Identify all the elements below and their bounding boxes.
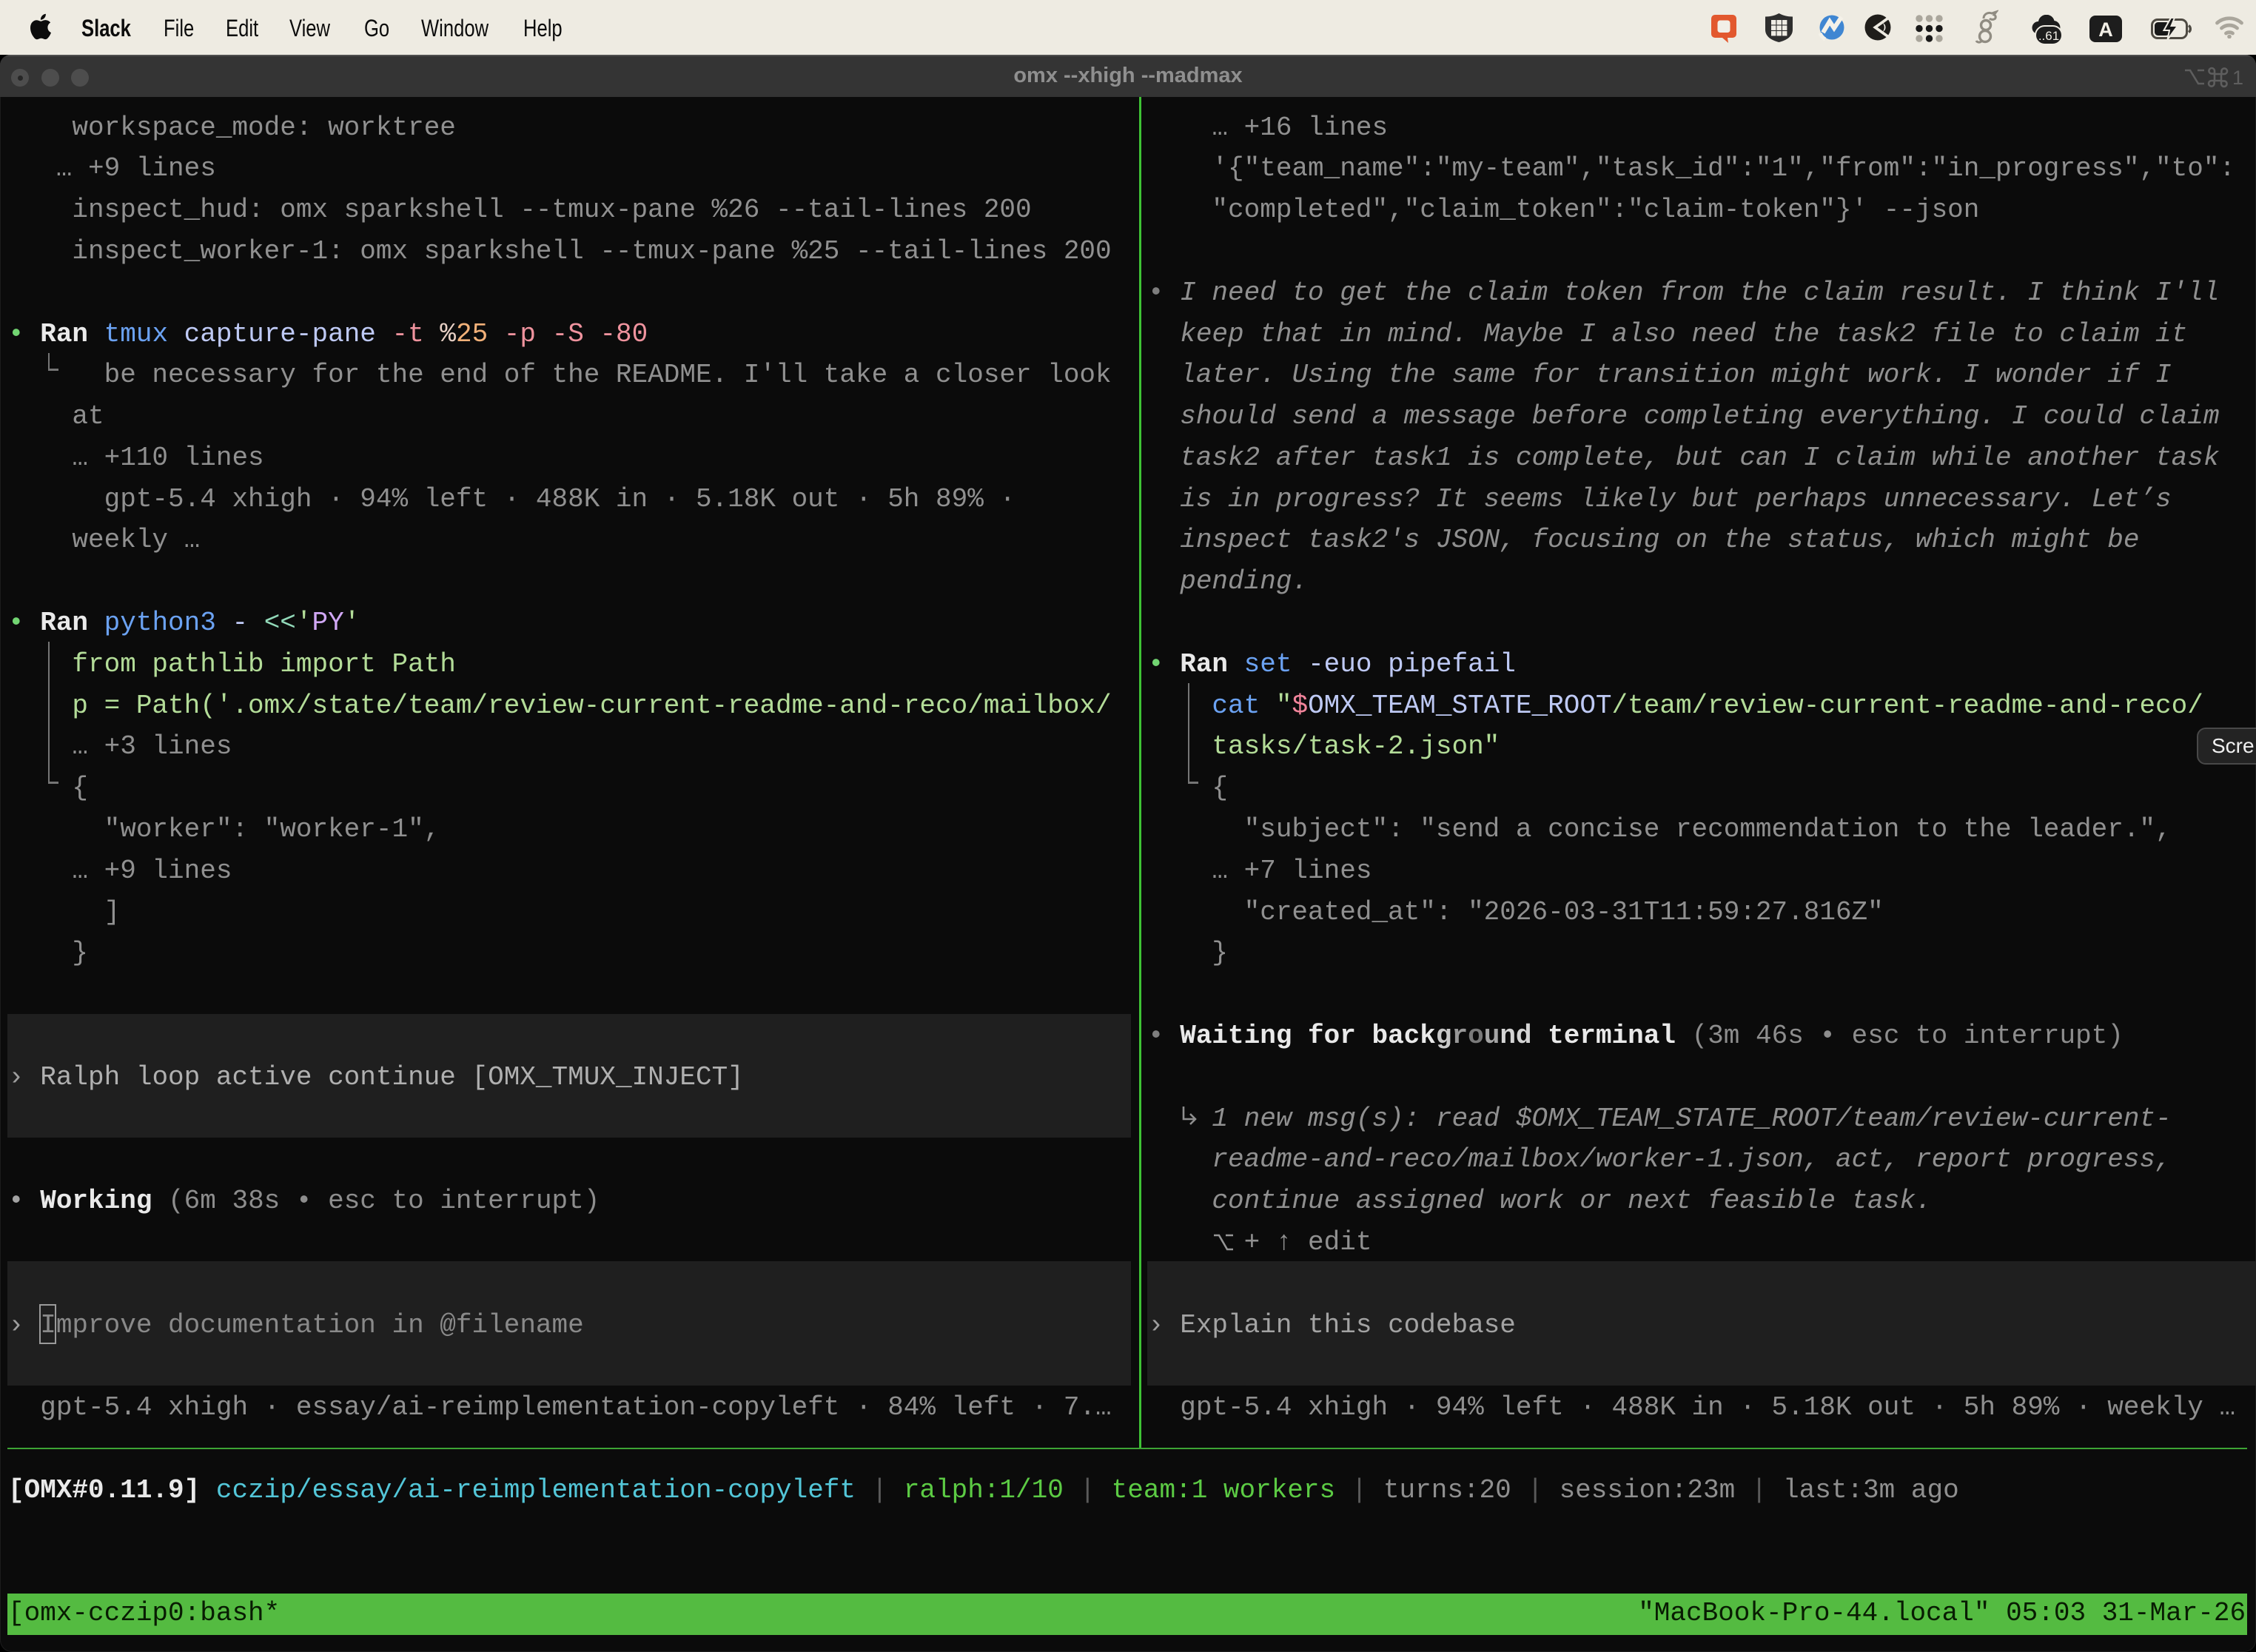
svg-text:A: A xyxy=(2098,19,2113,41)
svg-text:1: 1 xyxy=(2232,67,2243,89)
svg-text:..61: ..61 xyxy=(2038,29,2059,43)
